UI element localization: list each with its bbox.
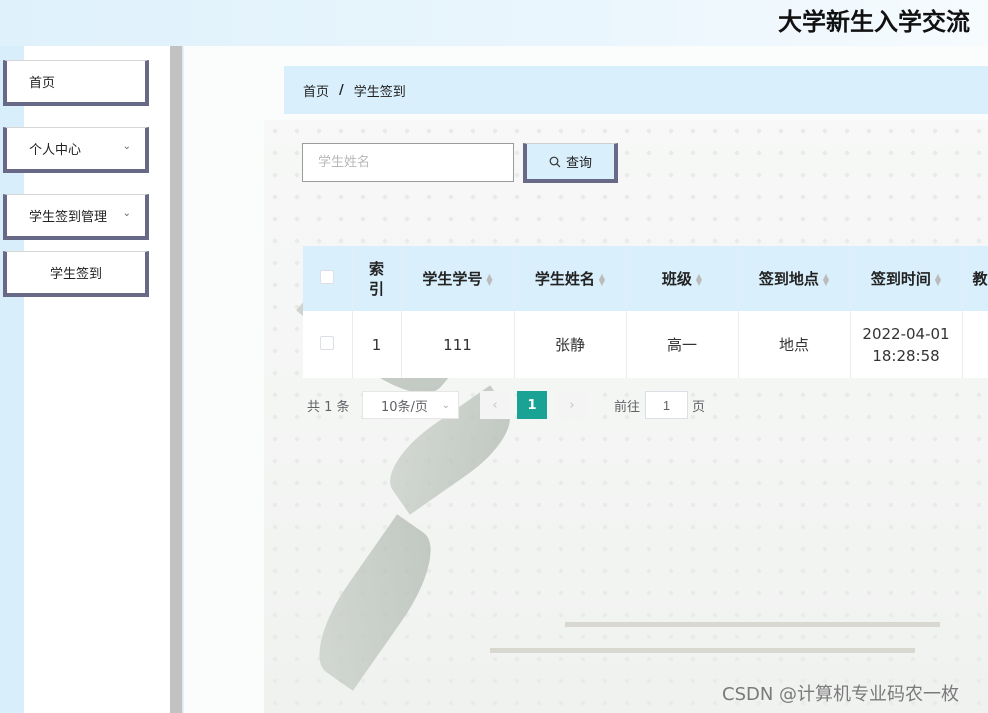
row-checkbox[interactable]: [320, 335, 335, 350]
sidebar-item-signin-management[interactable]: 学生签到管理 ⌄: [3, 194, 149, 240]
column-header-student-no[interactable]: 学生学号 ▲ ▼: [401, 246, 515, 311]
search-icon: [549, 156, 561, 167]
sort-icon[interactable]: ▲ ▼: [823, 272, 829, 286]
select-all-checkbox[interactable]: [320, 269, 335, 284]
search-button[interactable]: 查询: [523, 143, 618, 183]
page-size-select[interactable]: 10条/页 ⌄: [362, 391, 459, 419]
search-button-label: 查询: [565, 156, 592, 171]
cell-student-name: 张静: [514, 311, 627, 378]
cell-index: 1: [352, 311, 402, 378]
search-input[interactable]: [302, 143, 514, 182]
chevron-down-icon: ⌄: [122, 141, 131, 152]
breadcrumb-separator: /: [339, 82, 344, 98]
table-row[interactable]: 1 111 张静 高一 地点 2022-04-01 18:28:58: [303, 311, 988, 378]
cell-partial: [962, 311, 988, 378]
pagination-total: 共 1 条: [307, 399, 350, 415]
column-header-partial: 教: [962, 246, 988, 311]
chevron-down-icon: ⌄: [122, 208, 131, 219]
sidebar-item-student-signin[interactable]: 学生签到: [3, 251, 149, 297]
column-header-index: 索引: [352, 246, 402, 311]
frame-decoration: [565, 622, 940, 627]
cell-location: 地点: [738, 311, 851, 378]
sort-icon[interactable]: ▲ ▼: [599, 272, 605, 286]
goto-prefix: 前往: [614, 399, 641, 415]
column-header-location[interactable]: 签到地点 ▲ ▼: [738, 246, 851, 311]
cell-signin-time: 2022-04-01 18:28:58: [850, 311, 963, 378]
breadcrumb-current: 学生签到: [353, 84, 406, 100]
table-header-row: 索引 学生学号 ▲ ▼ 学生姓名 ▲ ▼ 班级 ▲ ▼ 签到地点 ▲ ▼ 签到时间 ▲ ▼ 教: [303, 246, 988, 311]
sidebar-item-label: 学生签到: [49, 267, 102, 282]
sidebar-item-label: 学生签到管理: [29, 210, 108, 225]
prev-page-button[interactable]: ‹: [480, 391, 510, 419]
site-title: 大学新生入学交流: [778, 8, 970, 36]
cell-student-no: 111: [401, 311, 515, 378]
next-page-button[interactable]: ›: [557, 391, 587, 419]
watermark: CSDN @计算机专业码农一枚: [722, 684, 960, 705]
sidebar-scrollbar[interactable]: [170, 46, 183, 713]
column-header-signin-time[interactable]: 签到时间 ▲ ▼: [850, 246, 963, 311]
breadcrumb-home[interactable]: 首页: [303, 81, 329, 100]
frame-decoration: [490, 648, 915, 653]
chevron-right-icon: ›: [569, 397, 575, 413]
data-table: 索引 学生学号 ▲ ▼ 学生姓名 ▲ ▼ 班级 ▲ ▼ 签到地点 ▲ ▼ 签到时间 ▲ ▼ 教 1 …: [303, 246, 988, 378]
goto-page-input[interactable]: [645, 391, 688, 419]
sidebar-item-personal-center[interactable]: 个人中心 ⌄: [3, 127, 149, 173]
select-all-checkbox-cell[interactable]: [303, 246, 353, 311]
sidebar-item-label: 个人中心: [29, 143, 82, 158]
column-header-class[interactable]: 班级 ▲ ▼: [626, 246, 739, 311]
page-size-value: 10条/页: [381, 399, 428, 415]
breadcrumb: 首页 / 学生签到: [284, 66, 988, 114]
chevron-left-icon: ‹: [492, 397, 498, 413]
column-header-student-name[interactable]: 学生姓名 ▲ ▼: [514, 246, 627, 311]
signin-clock: 18:28:58: [872, 346, 940, 365]
sort-icon[interactable]: ▲ ▼: [935, 272, 941, 286]
cell-class: 高一: [626, 311, 739, 378]
goto-suffix: 页: [692, 399, 706, 415]
page-number-current[interactable]: 1: [517, 391, 547, 419]
sort-icon[interactable]: ▲ ▼: [696, 272, 702, 286]
signin-date: 2022-04-01: [862, 324, 950, 343]
sort-icon[interactable]: ▲ ▼: [486, 272, 492, 286]
row-checkbox-cell[interactable]: [303, 311, 353, 378]
sidebar-item-home[interactable]: 首页: [3, 60, 149, 106]
chevron-down-icon: ⌄: [441, 399, 450, 411]
sidebar-item-label: 首页: [29, 76, 56, 91]
